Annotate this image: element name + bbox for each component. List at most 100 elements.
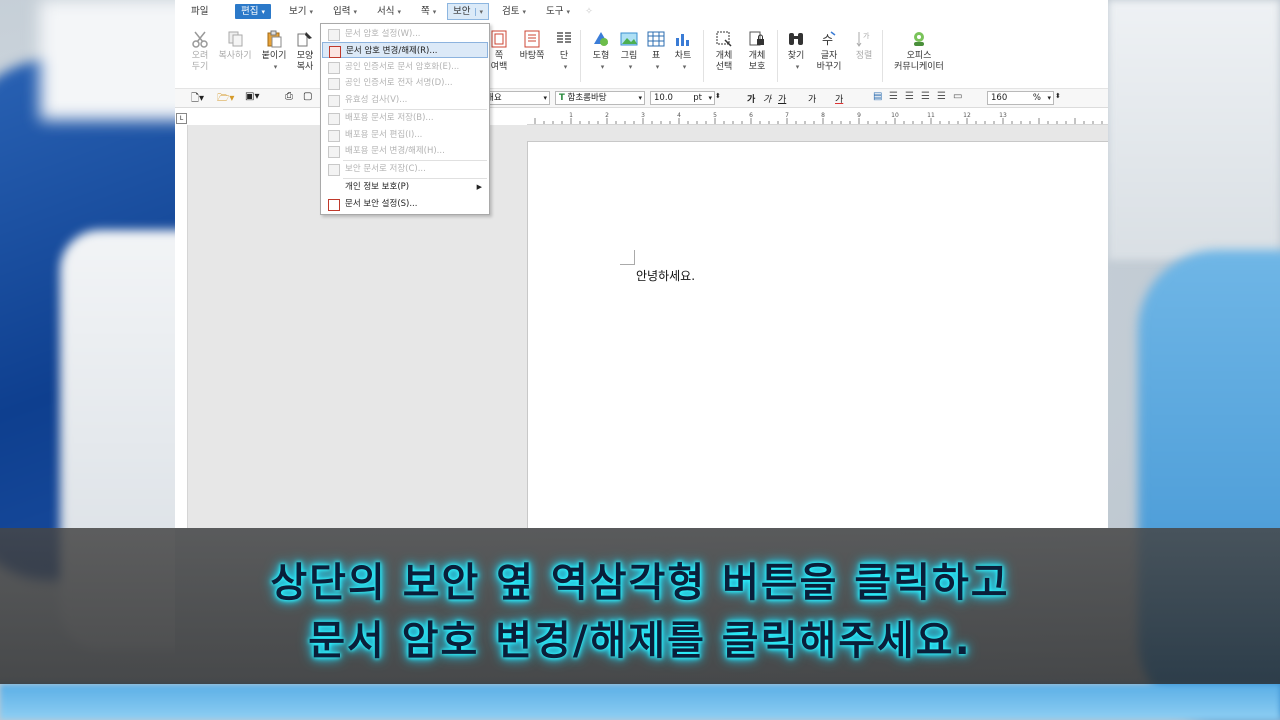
chevron-down-icon[interactable]: ▾ xyxy=(656,63,660,71)
chevron-down-icon[interactable]: ▾ xyxy=(1047,92,1051,104)
tab-stop-icon[interactable]: L xyxy=(176,113,187,124)
chevron-down-icon[interactable]: ▾ xyxy=(566,8,570,16)
chevron-down-icon[interactable]: ▾ xyxy=(543,92,547,104)
chevron-down-icon[interactable]: ▾ xyxy=(601,63,605,71)
chart-button[interactable]: 차트 ▾ xyxy=(671,30,695,73)
open-folder-icon[interactable]: 🗁▾ xyxy=(217,91,234,108)
table-button[interactable]: 표 ▾ xyxy=(644,30,668,73)
menu-page[interactable]: 쪽 ▾ xyxy=(421,4,436,19)
format-brush-icon xyxy=(297,32,312,47)
align-split-icon[interactable]: ▭ xyxy=(953,91,962,102)
align-distribute-icon[interactable]: ☰ xyxy=(937,91,946,102)
menu-tools[interactable]: 도구 ▾ xyxy=(546,4,570,19)
menu-item-change-distribution[interactable]: 배포용 문서 변경/해제(H)... xyxy=(322,143,488,159)
shape-button[interactable]: 도형 ▾ xyxy=(588,30,614,73)
office-communicator-button[interactable]: 오피스 커뮤니케이터 xyxy=(889,30,949,73)
menu-security[interactable]: 보안 ▾ xyxy=(447,3,489,20)
scissors-icon xyxy=(192,31,208,48)
font-size-input[interactable]: 10.0 pt ▾ xyxy=(650,91,715,105)
format-copy-button[interactable]: 모양 복사 xyxy=(292,30,318,73)
security-dropdown-triangle-icon[interactable]: ▾ xyxy=(475,8,483,16)
cut-button[interactable]: 오려 두기 xyxy=(187,30,213,73)
font-color-button[interactable]: 가 xyxy=(835,92,843,105)
object-select-label: 개체 선택 xyxy=(715,51,733,72)
ruler-tick-label: 8 xyxy=(821,112,825,119)
submenu-arrow-icon: ▶ xyxy=(476,183,482,191)
menu-item-cert-encrypt[interactable]: 공인 인증서로 문서 암호화(E)... xyxy=(322,59,488,75)
preview-icon[interactable]: ▢ xyxy=(303,91,312,102)
document-text[interactable]: 안녕하세요. xyxy=(636,267,695,284)
zoom-input[interactable]: 160% ▾ xyxy=(987,91,1054,105)
menu-item-privacy[interactable]: 개인 정보 보호(P) ▶ xyxy=(322,179,488,195)
underline-button[interactable]: 가 xyxy=(778,92,786,105)
align-justify-icon[interactable]: ▤ xyxy=(873,91,882,102)
new-document-icon[interactable]: 🗋▾ xyxy=(191,91,204,108)
chevron-down-icon[interactable]: ▾ xyxy=(683,63,687,71)
chevron-down-icon[interactable]: ▾ xyxy=(261,8,265,16)
italic-button[interactable]: 가 xyxy=(763,92,771,105)
font-size-spinner[interactable]: ⬍ xyxy=(715,92,721,100)
object-protect-button[interactable]: 개체 보호 xyxy=(743,30,771,73)
replace-button[interactable]: 수 글자 바꾸기 xyxy=(813,30,845,73)
page-margin-button[interactable]: 쪽 여백 xyxy=(487,30,511,73)
sort-button[interactable]: 가 정렬 xyxy=(852,30,876,62)
column-button[interactable]: 단 ▾ xyxy=(553,30,575,73)
menu-format[interactable]: 서식 ▾ xyxy=(377,4,401,19)
menu-item-save-distribution[interactable]: 배포용 문서로 저장(B)... xyxy=(322,110,488,126)
menu-item-save-secure[interactable]: 보안 문서로 저장(C)... xyxy=(322,161,488,177)
menu-item-cert-sign[interactable]: 공인 인증서로 전자 서명(D)... xyxy=(322,75,488,91)
menu-item-label: 배포용 문서로 저장(B)... xyxy=(345,113,434,123)
format-toolbar: 🗋▾ 🗁▾ ▣▾ ⎙ ▢ 개요 ▾ T 함초롬바탕 ▾ 10.0 pt ▾ ⬍ 가 가 … xyxy=(175,89,1108,108)
chevron-down-icon[interactable]: ▾ xyxy=(353,8,357,16)
chevron-down-icon[interactable]: ▾ xyxy=(629,63,633,71)
menu-item-security-settings[interactable]: 문서 보안 설정(S)... xyxy=(322,196,488,212)
menu-edit[interactable]: 편집 ▾ xyxy=(235,4,271,19)
bold-button[interactable]: 가 xyxy=(747,92,755,105)
communicator-icon xyxy=(914,32,924,46)
sort-label: 정렬 xyxy=(855,51,873,61)
menu-view-label: 보기 xyxy=(289,6,307,17)
ribbon-divider xyxy=(703,30,704,82)
menu-review[interactable]: 검토 ▾ xyxy=(502,4,526,19)
chevron-down-icon[interactable]: ▾ xyxy=(708,92,712,104)
menu-insert[interactable]: 입력 ▾ xyxy=(333,4,357,19)
chevron-down-icon[interactable]: ▾ xyxy=(309,8,313,16)
help-icon[interactable]: ✧ xyxy=(585,4,593,19)
object-select-button[interactable]: 개체 선택 xyxy=(710,30,738,73)
align-right-icon[interactable]: ☰ xyxy=(921,91,930,102)
document-page[interactable]: 안녕하세요. xyxy=(527,141,1108,528)
chart-label: 차트 xyxy=(674,51,692,61)
save-icon[interactable]: ▣▾ xyxy=(245,91,259,102)
menu-item-edit-distribution[interactable]: 배포용 문서 편집(I)... xyxy=(322,127,488,143)
background-page-button[interactable]: 바탕쪽 xyxy=(517,30,547,62)
menu-format-label: 서식 xyxy=(377,6,395,17)
chevron-down-icon[interactable]: ▾ xyxy=(796,63,800,71)
menu-security-label: 보안 xyxy=(453,6,471,17)
paste-button[interactable]: 붙이기 ▾ xyxy=(259,30,289,73)
chevron-down-icon[interactable]: ▾ xyxy=(522,8,526,16)
align-left-icon[interactable]: ☰ xyxy=(889,91,898,102)
picture-button[interactable]: 그림 ▾ xyxy=(616,30,642,73)
copy-button[interactable]: 복사하기 xyxy=(217,30,253,62)
page-margin-corner xyxy=(620,250,635,265)
zoom-unit: % xyxy=(1032,93,1041,103)
menu-item-validate[interactable]: 유효성 검사(V)... xyxy=(322,92,488,108)
menu-view[interactable]: 보기 ▾ xyxy=(289,4,313,19)
menu-item-change-password[interactable]: 문서 암호 변경/해제(R)... xyxy=(322,42,488,58)
strike-button[interactable]: 가 xyxy=(808,92,816,105)
ribbon-divider xyxy=(580,30,581,82)
menu-file[interactable]: 파일 xyxy=(191,4,208,19)
style-select[interactable]: 개요 ▾ xyxy=(482,91,550,105)
chevron-down-icon[interactable]: ▾ xyxy=(397,8,401,16)
chevron-down-icon[interactable]: ▾ xyxy=(564,63,568,71)
zoom-spinner[interactable]: ⬍ xyxy=(1055,92,1061,100)
chevron-down-icon[interactable]: ▾ xyxy=(274,63,278,71)
page-margin-icon xyxy=(491,30,507,48)
font-select[interactable]: T 함초롬바탕 ▾ xyxy=(555,91,645,105)
print-icon[interactable]: ⎙ xyxy=(285,91,293,102)
chevron-down-icon[interactable]: ▾ xyxy=(433,8,437,16)
menu-item-set-password[interactable]: 문서 암호 설정(W)... xyxy=(322,26,488,42)
find-button[interactable]: 찾기 ▾ xyxy=(784,30,808,73)
chevron-down-icon[interactable]: ▾ xyxy=(638,92,642,104)
align-center-icon[interactable]: ☰ xyxy=(905,91,914,102)
